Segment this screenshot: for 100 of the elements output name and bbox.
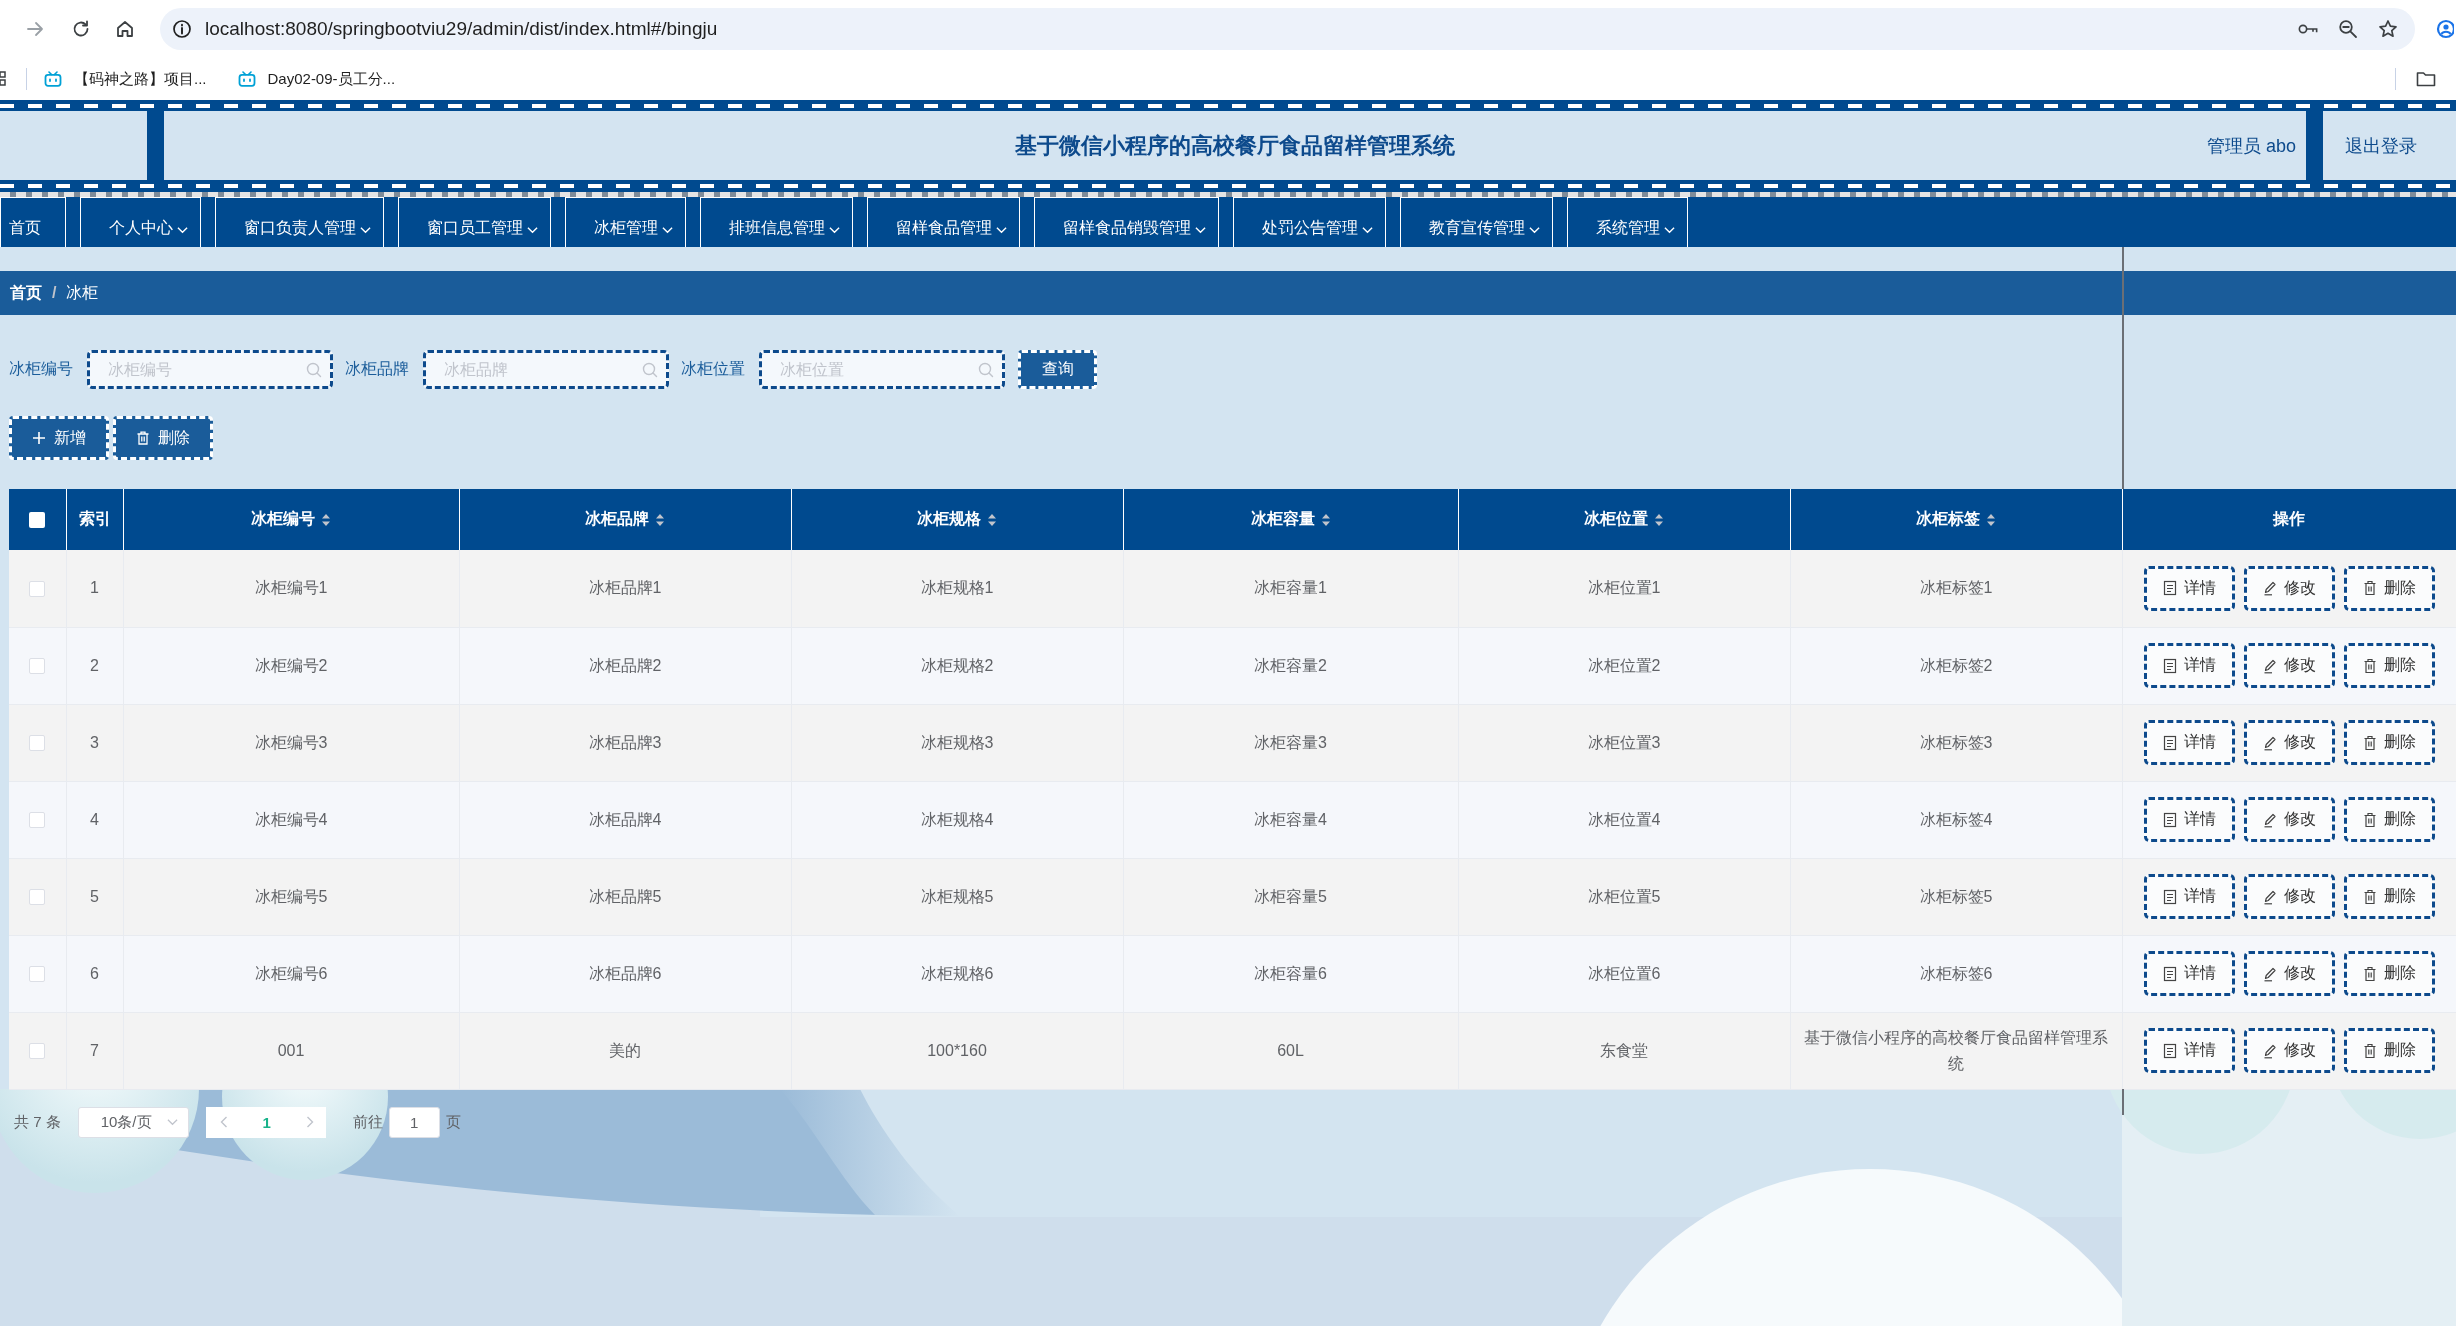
bookmark-link[interactable]: Day02-09-员工分...: [237, 69, 396, 89]
pen-icon: [2262, 580, 2277, 597]
delete-button[interactable]: 删除: [2343, 720, 2435, 765]
row-checkbox[interactable]: [29, 1043, 46, 1060]
delete-button[interactable]: 删除: [2343, 1028, 2435, 1073]
nav-item[interactable]: 窗口员工管理: [398, 197, 551, 247]
delete-button[interactable]: 删除: [2343, 643, 2435, 688]
table-cell: 100*160: [791, 1012, 1123, 1089]
edit-button[interactable]: 修改: [2243, 1028, 2335, 1073]
detail-button[interactable]: 详情: [2143, 643, 2235, 688]
zoom-out-icon[interactable]: [2338, 19, 2358, 39]
column-header[interactable]: 冰柜规格: [791, 489, 1123, 550]
column-header: 操作: [2122, 489, 2456, 550]
nav-item[interactable]: 排班信息管理: [700, 197, 853, 247]
trash-icon: [2362, 888, 2377, 905]
table-cell: 冰柜规格6: [791, 935, 1123, 1012]
logout-link[interactable]: 退出登录: [2345, 133, 2417, 158]
column-header[interactable]: 冰柜编号: [123, 489, 459, 550]
detail-button[interactable]: 详情: [2143, 720, 2235, 765]
table-cell: 冰柜容量1: [1123, 550, 1458, 627]
nav-item[interactable]: 系统管理: [1567, 197, 1688, 247]
tv-icon: [237, 71, 256, 87]
trash-icon: [2362, 811, 2377, 828]
trash-icon: [2362, 1042, 2377, 1059]
row-checkbox[interactable]: [29, 966, 46, 983]
select-all-checkbox[interactable]: [29, 512, 46, 529]
pen-icon: [2262, 657, 2277, 674]
table-cell: 冰柜规格5: [791, 858, 1123, 935]
jump-label: 前往: [352, 1112, 383, 1132]
delete-button[interactable]: 删除: [2343, 797, 2435, 842]
table-cell: 冰柜规格1: [791, 550, 1123, 627]
edit-button[interactable]: 修改: [2243, 720, 2335, 765]
nav-item[interactable]: 留样食品销毁管理: [1034, 197, 1219, 247]
document-icon: [2162, 811, 2177, 828]
document-icon: [2162, 1042, 2177, 1059]
row-checkbox[interactable]: [29, 658, 46, 675]
star-icon[interactable]: [2378, 19, 2398, 39]
tv-icon: [44, 71, 62, 87]
user-label: 管理员 abo: [2206, 134, 2296, 158]
detail-button[interactable]: 详情: [2143, 1028, 2235, 1073]
row-index: 1: [66, 550, 123, 627]
table-cell: 冰柜编号6: [123, 935, 459, 1012]
document-icon: [2162, 580, 2177, 597]
column-header[interactable]: 冰柜位置: [1458, 489, 1790, 550]
row-checkbox[interactable]: [29, 735, 46, 752]
nav-item[interactable]: 留样食品管理: [867, 197, 1020, 247]
table-cell: 60L: [1123, 1012, 1458, 1089]
table-cell: 冰柜标签3: [1790, 704, 2122, 781]
info-icon[interactable]: [172, 19, 192, 39]
nav-item[interactable]: 处罚公告管理: [1233, 197, 1386, 247]
nav-item[interactable]: 教育宣传管理: [1400, 197, 1553, 247]
trash-icon: [136, 431, 150, 445]
table-cell: 冰柜位置5: [1458, 858, 1790, 935]
document-icon: [2162, 657, 2177, 674]
forward-icon[interactable]: [25, 19, 45, 39]
row-checkbox[interactable]: [29, 581, 46, 597]
detail-button[interactable]: 详情: [2143, 951, 2235, 996]
delete-button[interactable]: 删除: [2343, 565, 2435, 611]
detail-button[interactable]: 详情: [2143, 874, 2235, 919]
nav-item[interactable]: 窗口负责人管理: [215, 197, 384, 247]
plus-icon: [32, 431, 46, 445]
edit-button[interactable]: 修改: [2243, 951, 2335, 996]
row-index: 6: [66, 935, 123, 1012]
bookmark-link[interactable]: 【码神之路】项目...: [44, 69, 207, 89]
edit-button[interactable]: 修改: [2243, 797, 2335, 842]
add-button[interactable]: 新增: [9, 416, 109, 460]
edit-button[interactable]: 修改: [2243, 643, 2335, 688]
table-cell: 冰柜品牌5: [459, 858, 791, 935]
reload-icon[interactable]: [71, 19, 91, 39]
column-header[interactable]: 冰柜品牌: [459, 489, 791, 550]
detail-button[interactable]: 详情: [2143, 797, 2235, 842]
query-button[interactable]: 查询: [1018, 350, 1097, 389]
nav-item[interactable]: 个人中心: [80, 197, 201, 247]
delete-button[interactable]: 删除: [113, 416, 213, 460]
table-cell: 冰柜编号4: [123, 781, 459, 858]
delete-button[interactable]: 删除: [2343, 951, 2435, 996]
profile-icon[interactable]: [2436, 19, 2454, 39]
row-index: 3: [66, 704, 123, 781]
table-cell: 001: [123, 1012, 459, 1089]
home-icon[interactable]: [115, 19, 135, 39]
address-bar[interactable]: localhost:8080/springbootviu29/admin/dist/index.html#/bingju: [160, 8, 2415, 50]
field-label: 冰柜位置: [681, 359, 745, 379]
edit-button[interactable]: 修改: [2243, 874, 2335, 919]
row-checkbox[interactable]: [29, 889, 46, 906]
detail-button[interactable]: 详情: [2143, 565, 2235, 611]
table-cell: 冰柜位置4: [1458, 781, 1790, 858]
nav-item[interactable]: 冰柜管理: [565, 197, 686, 247]
page-jump-field[interactable]: 1: [388, 1106, 440, 1138]
edit-button[interactable]: 修改: [2243, 565, 2335, 611]
column-header[interactable]: 冰柜标签: [1790, 489, 2122, 550]
row-checkbox[interactable]: [29, 812, 46, 829]
folder-icon[interactable]: [2416, 71, 2436, 87]
document-icon: [2162, 734, 2177, 751]
delete-button[interactable]: 删除: [2343, 874, 2435, 919]
trash-icon: [2362, 657, 2377, 674]
nav-item[interactable]: 首页: [0, 197, 66, 247]
column-header[interactable]: 冰柜容量: [1123, 489, 1458, 550]
page-size-select[interactable]: 10条/页: [77, 1106, 189, 1138]
breadcrumb-link[interactable]: 首页: [10, 282, 42, 304]
apps-grid-icon[interactable]: [0, 71, 8, 87]
